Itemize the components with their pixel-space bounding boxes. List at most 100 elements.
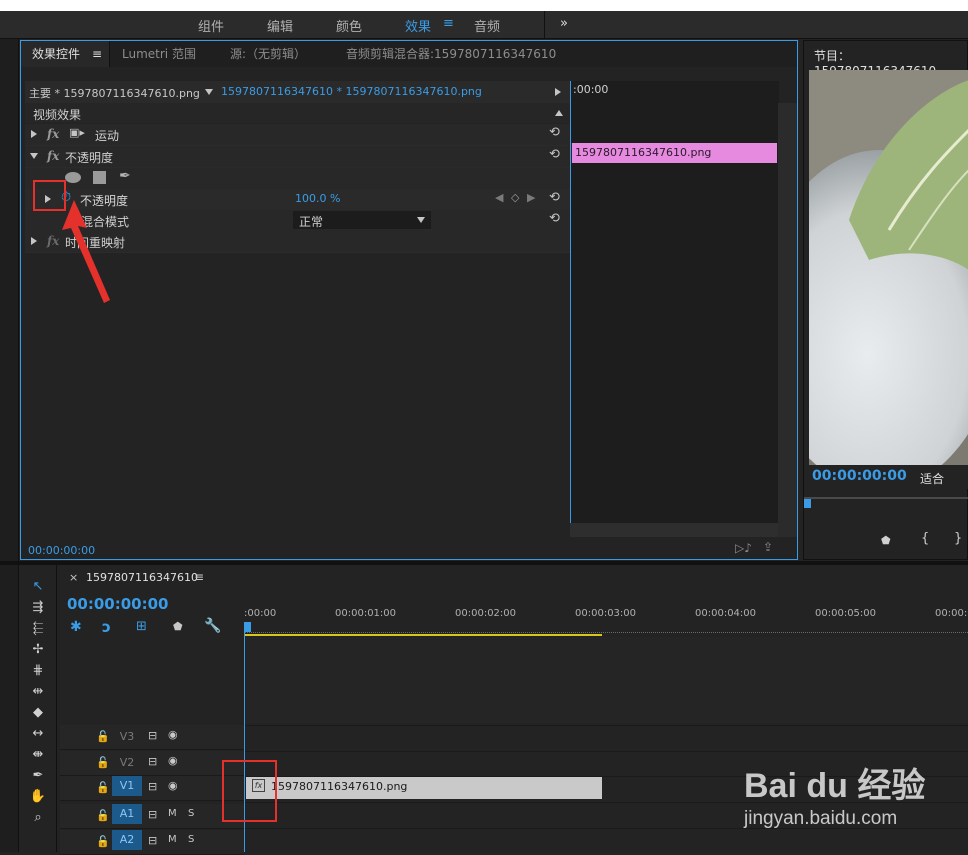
dropdown-icon[interactable]: [417, 217, 425, 223]
track-label[interactable]: V2: [112, 753, 142, 773]
workspace-assembly[interactable]: 组件: [198, 16, 224, 35]
slide-tool-icon[interactable]: ⇼: [28, 747, 48, 765]
tab-effect-controls[interactable]: 效果控件: [32, 41, 80, 67]
track-label[interactable]: A1: [112, 804, 142, 824]
sync-lock-icon[interactable]: ⊟: [148, 729, 157, 742]
mute-button[interactable]: M: [168, 808, 177, 819]
zoom-tool-icon[interactable]: ⌕: [28, 810, 48, 828]
selection-tool-icon[interactable]: ↖: [28, 579, 48, 597]
footer-timecode[interactable]: 00:00:00:00: [28, 544, 95, 557]
tab-menu-icon[interactable]: ≡: [92, 41, 102, 67]
rolling-edit-tool-icon[interactable]: ⋕: [28, 663, 48, 681]
prev-keyframe-icon[interactable]: ◀: [495, 191, 503, 204]
timeline-clip[interactable]: fx 1597807116347610.png: [246, 777, 602, 799]
rectangle-mask-icon[interactable]: [93, 171, 106, 184]
workspace-editing[interactable]: 编辑: [267, 16, 293, 35]
fx-icon[interactable]: fx: [47, 127, 59, 141]
workspace-audio[interactable]: 音频: [474, 16, 500, 35]
mark-out-icon[interactable]: }: [954, 531, 962, 546]
reset-icon[interactable]: ⟲: [549, 190, 560, 205]
opacity-group-row[interactable]: fx 不透明度 ⟲: [25, 146, 571, 168]
sync-lock-icon[interactable]: ⊟: [148, 808, 157, 821]
mini-clip[interactable]: 1597807116347610.png: [572, 143, 777, 163]
export-icon[interactable]: ⇪: [763, 540, 773, 554]
workspace-menu-icon[interactable]: ≡: [443, 16, 454, 31]
collapse-up-icon[interactable]: [555, 110, 563, 116]
motion-row[interactable]: fx ▣▸ 运动 ⟲: [25, 124, 571, 146]
add-marker-icon[interactable]: ⬟: [881, 534, 891, 547]
lock-icon[interactable]: 🔓: [96, 781, 110, 794]
lock-icon[interactable]: 🔓: [96, 835, 110, 848]
program-timecode[interactable]: 00:00:00:00: [812, 468, 907, 484]
mini-hscrollbar[interactable]: [570, 523, 778, 537]
tab-lumetri[interactable]: Lumetri 范围: [122, 41, 196, 67]
time-ruler[interactable]: :00:00 00:00:01:00 00:00:02:00 00:00:03:…: [244, 595, 968, 637]
sequence-tab[interactable]: 1597807116347610: [86, 571, 198, 584]
sequence-menu-icon[interactable]: ≡: [194, 570, 204, 584]
blend-mode-dropdown[interactable]: 正常: [293, 211, 431, 229]
track-select-tool-icon[interactable]: ⇶: [28, 600, 48, 618]
lock-icon[interactable]: 🔓: [96, 809, 110, 822]
track-label[interactable]: A2: [112, 830, 142, 850]
expand-icon[interactable]: [31, 130, 37, 138]
track-label[interactable]: V3: [112, 727, 142, 747]
marker-icon[interactable]: ⬟: [173, 620, 183, 633]
slip-tool-icon[interactable]: ↔: [28, 726, 48, 744]
lock-icon[interactable]: 🔓: [96, 730, 110, 743]
sync-lock-icon[interactable]: ⊟: [148, 755, 157, 768]
wrench-icon[interactable]: 🔧: [204, 618, 221, 634]
track-select-back-tool-icon[interactable]: ⬱: [28, 621, 48, 639]
ellipse-mask-icon[interactable]: [65, 172, 81, 183]
collapse-icon[interactable]: [30, 153, 38, 159]
mini-scrollbar[interactable]: [778, 103, 797, 537]
dropdown-icon[interactable]: [205, 89, 213, 95]
pen-tool-icon[interactable]: ✒: [28, 768, 48, 786]
expand-right-icon[interactable]: [555, 88, 561, 96]
reset-icon[interactable]: ⟲: [549, 125, 560, 140]
close-sequence-icon[interactable]: ×: [69, 571, 78, 584]
playhead-handle[interactable]: [244, 622, 251, 632]
mark-in-icon[interactable]: {: [921, 531, 929, 546]
ruler-label: 00:00:02:00: [455, 608, 517, 619]
sequence-clip-label[interactable]: 1597807116347610 * 1597807116347610.png: [221, 85, 482, 98]
snap-icon[interactable]: ✱: [70, 619, 82, 635]
pen-mask-icon[interactable]: ✒: [119, 168, 131, 184]
fx-icon[interactable]: fx: [47, 149, 59, 163]
lock-icon[interactable]: 🔓: [96, 756, 110, 769]
track-label[interactable]: V1: [112, 776, 142, 796]
ripple-edit-tool-icon[interactable]: ✢: [28, 642, 48, 660]
add-marker-timeline-icon[interactable]: ⊞: [136, 619, 147, 634]
mute-button[interactable]: M: [168, 834, 177, 845]
master-clip-label[interactable]: 主要 * 1597807116347610.png: [29, 85, 200, 101]
more-workspaces-icon[interactable]: »: [560, 16, 568, 31]
sync-lock-icon[interactable]: ⊟: [148, 834, 157, 847]
hand-tool-icon[interactable]: ✋: [28, 789, 48, 807]
rate-stretch-tool-icon[interactable]: ⇹: [28, 684, 48, 702]
tab-audio-mixer[interactable]: 音频剪辑混合器:1597807116347610: [346, 41, 556, 67]
workspace-effects[interactable]: 效果: [405, 16, 431, 35]
eye-icon[interactable]: ◉: [168, 728, 178, 741]
linked-selection-icon[interactable]: ↄ: [102, 618, 111, 636]
sync-lock-icon[interactable]: ⊟: [148, 780, 157, 793]
eye-icon[interactable]: ◉: [168, 754, 178, 767]
tab-source[interactable]: 源:（无剪辑）: [230, 41, 306, 67]
workspace-color[interactable]: 颜色: [336, 16, 362, 35]
opacity-value[interactable]: 100.0 %: [295, 192, 340, 205]
program-scrubber[interactable]: [804, 497, 968, 499]
program-playhead[interactable]: [804, 499, 811, 508]
reset-icon[interactable]: ⟲: [549, 147, 560, 162]
timeline-timecode[interactable]: 00:00:00:00: [67, 595, 169, 613]
work-area-bar[interactable]: [244, 634, 602, 636]
fx-icon[interactable]: fx: [47, 234, 59, 248]
razor-tool-icon[interactable]: ◆: [28, 705, 48, 723]
add-keyframe-icon[interactable]: ◇: [511, 191, 519, 204]
solo-button[interactable]: S: [188, 834, 194, 845]
play-audio-icon[interactable]: ▷♪: [735, 541, 752, 555]
expand-icon[interactable]: [31, 237, 37, 245]
fit-dropdown[interactable]: 适合: [920, 470, 944, 487]
reset-icon[interactable]: ⟲: [549, 211, 560, 226]
divider: [544, 11, 545, 38]
eye-icon[interactable]: ◉: [168, 779, 178, 792]
next-keyframe-icon[interactable]: ▶: [527, 191, 535, 204]
solo-button[interactable]: S: [188, 808, 194, 819]
